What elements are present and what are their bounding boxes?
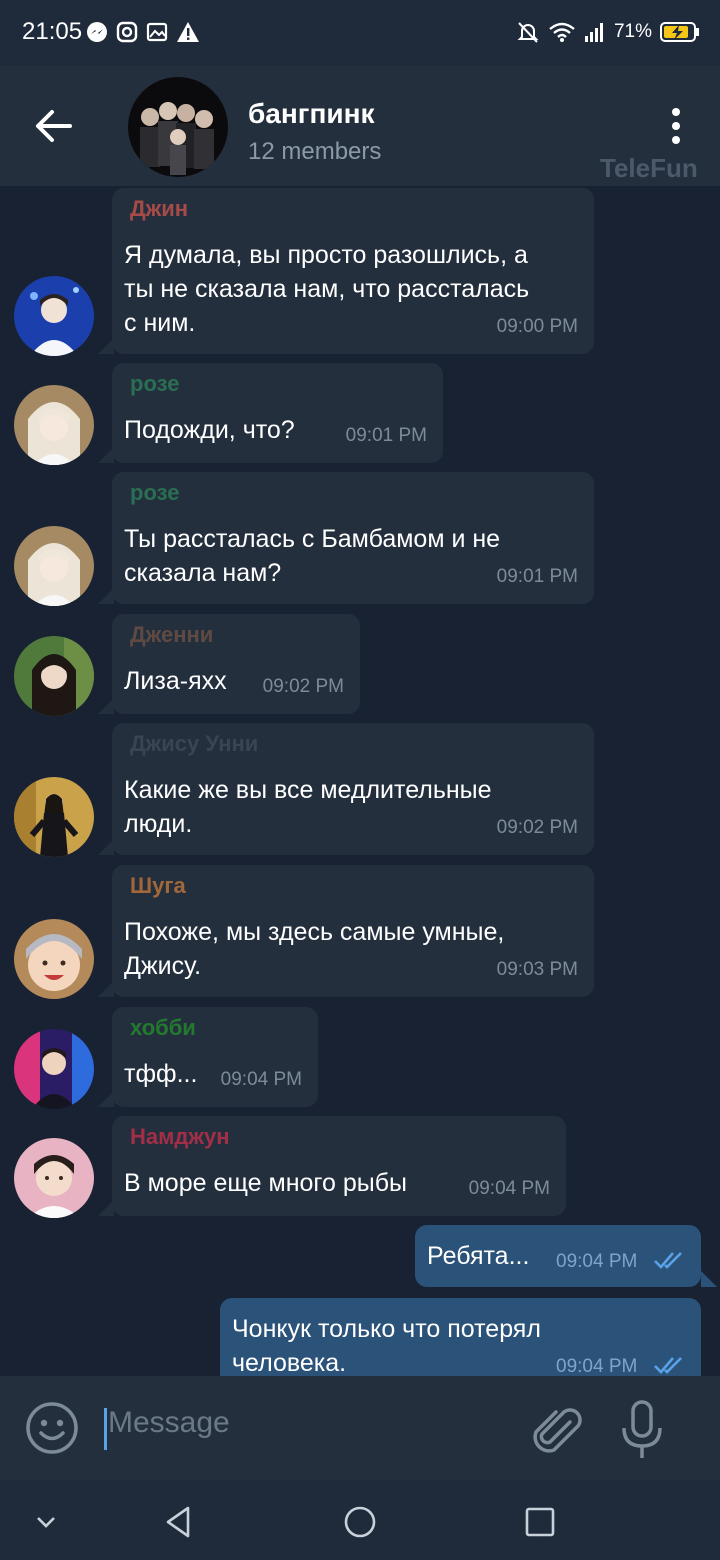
bubble-tail [98, 1200, 114, 1216]
signal-icon [584, 23, 603, 42]
message-time: 09:04 PM [556, 1251, 638, 1272]
avatar-hobi[interactable] [14, 1029, 94, 1109]
battery-percent: 71% [613, 21, 652, 42]
battery-charging-icon [660, 22, 699, 42]
triangle-back-icon [166, 1506, 190, 1538]
outgoing-message-bubble[interactable]: Ребята... 09:04 PM [415, 1225, 701, 1287]
message-time: 09:04 PM [220, 1069, 302, 1090]
message-time: 09:04 PM [468, 1178, 550, 1199]
message-time: 09:03 PM [496, 959, 578, 980]
message-bubble[interactable]: Шуга Похоже, мы здесь самые умные, Джису… [112, 865, 594, 997]
system-navigation-bar [0, 1480, 720, 1560]
message-text: Лиза-яхх [124, 667, 227, 695]
message-time: 09:04 PM [556, 1356, 638, 1376]
double-check-icon [654, 1357, 682, 1374]
message-text: Подожди, что? [124, 416, 295, 444]
gallery-icon [146, 22, 168, 42]
message-text: Я думала, вы просто разошлись, а ты не с… [124, 241, 530, 337]
bubble-tail [98, 981, 114, 997]
members-count: 12 members [248, 138, 382, 165]
message-bubble[interactable]: Джин Я думала, вы просто разошлись, а ты… [112, 188, 594, 354]
avatar-jennie[interactable] [14, 636, 94, 716]
sender-name[interactable]: хобби [130, 1015, 196, 1041]
circle-home-icon [344, 1506, 376, 1538]
avatar-jisoo[interactable] [14, 777, 94, 857]
arrow-left-icon [36, 110, 72, 142]
sender-name[interactable]: Джису Унни [130, 731, 258, 757]
message-time: 09:00 PM [496, 316, 578, 337]
paperclip-icon [533, 1408, 582, 1453]
voice-message-button[interactable] [618, 1400, 666, 1460]
double-check-icon [654, 1252, 682, 1269]
message-time: 09:02 PM [262, 676, 344, 697]
bubble-tail [98, 839, 114, 855]
watermark: TeleFun [600, 153, 698, 183]
message-bubble[interactable]: Намджун В море еще много рыбы 09:04 PM [112, 1116, 566, 1216]
sender-name[interactable]: Шуга [130, 873, 186, 899]
warning-icon [177, 22, 199, 42]
message-text: Похоже, мы здесь самые умные, Джису. [124, 918, 505, 980]
message-bubble[interactable]: Дженни Лиза-яхх 09:02 PM [112, 614, 360, 714]
wifi-icon [549, 22, 575, 42]
sender-name[interactable]: розе [130, 480, 179, 506]
microphone-icon [622, 1400, 662, 1458]
message-time: 09:02 PM [496, 817, 578, 838]
nav-back-button[interactable] [160, 1502, 200, 1542]
nav-recents-button[interactable] [520, 1502, 560, 1542]
message-input[interactable]: Message [108, 1406, 230, 1440]
message-time: 09:01 PM [345, 425, 427, 446]
sender-name[interactable]: Джин [130, 196, 188, 222]
message-text: тфф... [124, 1060, 198, 1088]
message-time: 09:01 PM [496, 566, 578, 587]
messenger-icon [87, 22, 107, 42]
sender-name[interactable]: розе [130, 371, 179, 397]
group-title[interactable]: бангпинк [248, 98, 375, 130]
sender-name[interactable]: Намджун [130, 1124, 229, 1150]
back-button[interactable] [30, 106, 78, 146]
bubble-tail [98, 447, 114, 463]
system-icons: 71% [516, 20, 700, 44]
message-bubble[interactable]: Джису Унни Какие же вы все медлительные … [112, 723, 594, 855]
notification-icons [86, 21, 200, 43]
text-cursor [104, 1408, 107, 1450]
sender-name[interactable]: Дженни [130, 622, 213, 648]
message-text: В море еще много рыбы [124, 1169, 407, 1197]
square-recents-icon [525, 1507, 555, 1537]
instagram-icon [116, 21, 138, 43]
more-vertical-icon [672, 108, 680, 144]
status-time: 21:05 [22, 18, 83, 45]
chevron-down-icon [37, 1517, 55, 1528]
message-bubble[interactable]: розе Подожди, что? 09:01 PM [112, 363, 443, 463]
message-list[interactable]: Джин Я думала, вы просто разошлись, а ты… [0, 186, 720, 1376]
bubble-tail [701, 1271, 717, 1287]
outgoing-message-bubble[interactable]: Чонкук только что потерял человека. 09:0… [220, 1298, 701, 1376]
group-avatar[interactable] [128, 77, 228, 177]
avatar-jin[interactable] [14, 276, 94, 356]
nav-collapse-button[interactable] [26, 1502, 66, 1542]
message-composer: Message [0, 1376, 720, 1480]
avatar-rose[interactable] [14, 385, 94, 465]
bubble-tail [98, 338, 114, 354]
message-bubble[interactable]: розе Ты рассталась с Бамбамом и не сказа… [112, 472, 594, 604]
attach-button[interactable] [526, 1402, 582, 1458]
avatar-suga[interactable] [14, 919, 94, 999]
message-text: Какие же вы все медлительные люди. [124, 776, 492, 838]
nav-home-button[interactable] [340, 1502, 380, 1542]
emoji-button[interactable] [24, 1400, 80, 1456]
bubble-tail [98, 588, 114, 604]
avatar-namjoon[interactable] [14, 1138, 94, 1218]
message-text: Чонкук только что потерял человека. [232, 1315, 541, 1376]
smile-icon [26, 1402, 78, 1454]
bubble-tail [98, 698, 114, 714]
more-menu-button[interactable] [660, 106, 692, 146]
status-bar: 21:05 71% [0, 0, 720, 66]
message-text: Ребята... [427, 1242, 530, 1270]
message-bubble[interactable]: хобби тфф... 09:04 PM [112, 1007, 318, 1107]
chat-header: бангпинк 12 members TeleFun [0, 66, 720, 186]
bubble-tail [98, 1091, 114, 1107]
message-text: Ты рассталась с Бамбамом и не сказала на… [124, 525, 501, 587]
avatar-rose[interactable] [14, 526, 94, 606]
mute-icon [517, 22, 539, 43]
